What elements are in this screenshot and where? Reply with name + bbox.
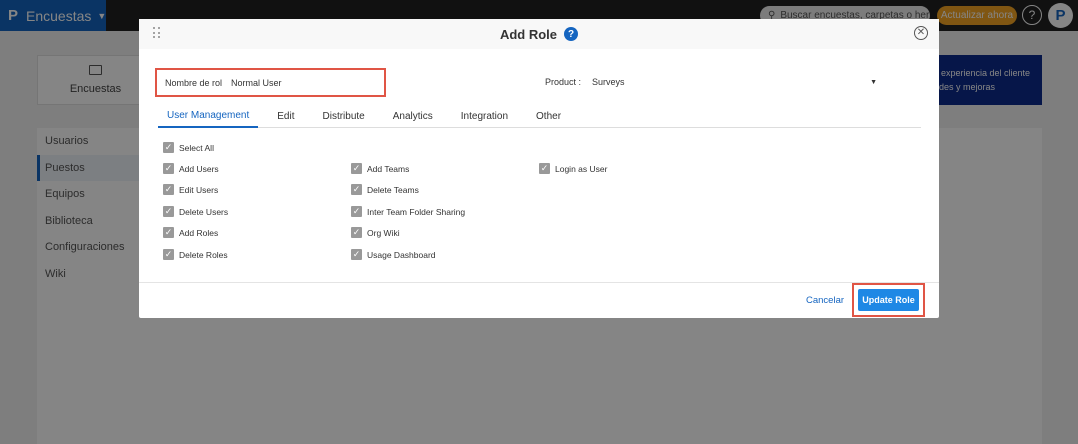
dialog-title: Add Role ? [139, 19, 939, 49]
close-icon[interactable]: ✕ [914, 26, 928, 40]
check-icon: ✓ [163, 206, 174, 217]
permission-checkbox[interactable]: ✓ Edit Users [163, 184, 218, 195]
cancel-button[interactable]: Cancelar [806, 295, 844, 306]
check-icon: ✓ [163, 249, 174, 260]
permission-label: Add Teams [367, 163, 410, 174]
tab-edit[interactable]: Edit [268, 105, 303, 128]
tab-other[interactable]: Other [527, 105, 570, 128]
permission-checkbox[interactable]: ✓ Org Wiki [351, 227, 400, 238]
permission-checkbox[interactable]: ✓ Delete Users [163, 206, 228, 217]
check-icon: ✓ [351, 184, 362, 195]
dialog-title-text: Add Role [499, 26, 558, 42]
permission-label: Add Roles [179, 227, 219, 238]
permission-checkbox[interactable]: ✓ Usage Dashboard [351, 249, 436, 260]
add-role-dialog: Add Role ? ✕ Nombre de rol Product : Sur… [139, 19, 939, 318]
permission-label: Login as User [555, 163, 608, 174]
check-icon: ✓ [163, 184, 174, 195]
check-icon: ✓ [351, 206, 362, 217]
product-label: Product : [545, 77, 582, 87]
check-icon: ✓ [163, 142, 174, 153]
chevron-down-icon: ▼ [870, 78, 877, 86]
permission-label: Add Users [179, 163, 219, 174]
role-name-label: Nombre de rol [165, 77, 223, 88]
permission-tabs: User Management Edit Distribute Analytic… [158, 105, 921, 128]
tab-distribute[interactable]: Distribute [314, 105, 374, 128]
permission-checkbox[interactable]: ✓ Delete Roles [163, 249, 228, 260]
tab-analytics[interactable]: Analytics [384, 105, 442, 128]
permission-checkbox[interactable]: ✓ Add Roles [163, 227, 218, 238]
check-icon: ✓ [539, 163, 550, 174]
help-icon[interactable]: ? [564, 27, 579, 41]
tab-integration[interactable]: Integration [452, 105, 517, 128]
permission-checkbox[interactable]: ✓ Add Teams [351, 163, 409, 174]
check-icon: ✓ [163, 163, 174, 174]
check-icon: ✓ [351, 249, 362, 260]
permission-label: Delete Teams [367, 184, 419, 195]
select-all-checkbox[interactable]: ✓ Select All [163, 142, 214, 153]
check-icon: ✓ [351, 227, 362, 238]
permission-label: Delete Users [179, 206, 229, 217]
check-icon: ✓ [351, 163, 362, 174]
permission-label: Inter Team Folder Sharing [367, 206, 466, 217]
role-name-input[interactable] [231, 77, 376, 88]
permission-label: Edit Users [179, 184, 219, 195]
role-name-field: Nombre de rol [155, 68, 386, 97]
permission-checkbox[interactable]: ✓ Login as User [539, 163, 607, 174]
permission-checkbox[interactable]: ✓ Delete Teams [351, 184, 419, 195]
tab-user-management[interactable]: User Management [158, 105, 259, 128]
permission-label: Usage Dashboard [367, 249, 436, 260]
permission-label: Delete Roles [179, 249, 228, 260]
product-select[interactable]: Surveys ▼ [592, 73, 879, 91]
product-value: Surveys [592, 77, 625, 87]
update-role-highlight: Update Role [852, 283, 925, 317]
select-all-label: Select All [179, 142, 214, 153]
check-icon: ✓ [163, 227, 174, 238]
update-role-button[interactable]: Update Role [858, 289, 919, 311]
permission-checkbox[interactable]: ✓ Add Users [163, 163, 219, 174]
permission-checkbox[interactable]: ✓ Inter Team Folder Sharing [351, 206, 465, 217]
permission-label: Org Wiki [367, 227, 400, 238]
